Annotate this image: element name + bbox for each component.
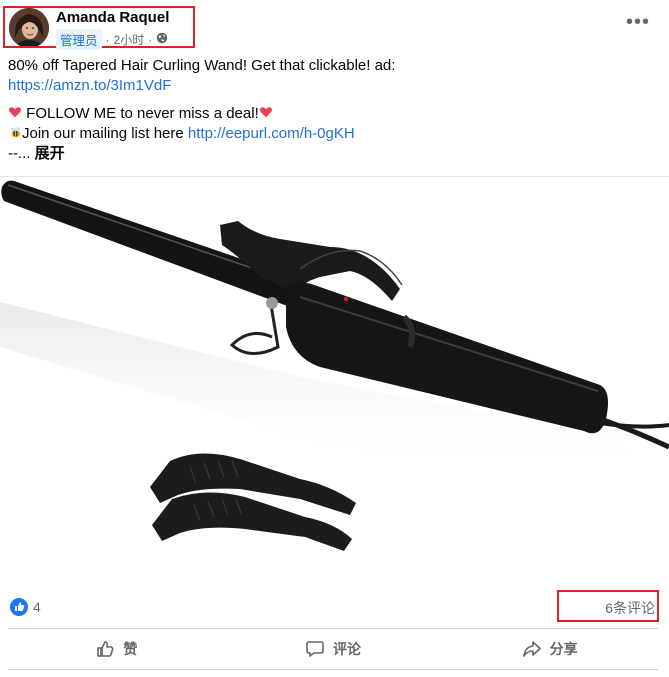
- share-button[interactable]: 分享: [441, 630, 658, 668]
- meta-separator: ·: [105, 32, 110, 47]
- heart-icon: [8, 107, 22, 118]
- like-count[interactable]: 4: [33, 599, 41, 615]
- globe-icon: [156, 32, 168, 47]
- like-label: 赞: [123, 641, 138, 657]
- post-header: Amanda Raquel 管理员 · 2小时 · •••: [0, 0, 669, 56]
- post-meta: 管理员 · 2小时 ·: [56, 29, 168, 50]
- amazon-link[interactable]: https://amzn.to/3Im1VdF: [8, 77, 171, 94]
- post-image[interactable]: [0, 176, 669, 587]
- share-label: 分享: [549, 641, 578, 657]
- thumbs-up-icon: [97, 641, 114, 657]
- mailing-list-link[interactable]: http://eepurl.com/h-0gKH: [188, 125, 355, 142]
- comment-icon: [306, 641, 324, 657]
- comment-label: 评论: [333, 641, 361, 657]
- post-line: FOLLOW ME to never miss a deal!: [8, 104, 658, 124]
- action-bar: 赞 评论 分享: [8, 630, 658, 668]
- divider: [8, 628, 658, 629]
- meta-separator: ·: [148, 32, 153, 47]
- divider: [8, 669, 658, 670]
- bee-icon: [10, 127, 21, 138]
- comment-count[interactable]: 6条评论: [605, 598, 655, 618]
- post-line: --...: [8, 145, 31, 162]
- more-options-button[interactable]: •••: [625, 12, 651, 38]
- post-time[interactable]: 2小时: [114, 31, 145, 48]
- like-button[interactable]: 赞: [8, 630, 225, 668]
- author-name[interactable]: Amanda Raquel: [56, 9, 169, 26]
- share-icon: [522, 641, 541, 657]
- heart-icon: [259, 107, 272, 118]
- comment-button[interactable]: 评论: [225, 630, 442, 668]
- post-line: Join our mailing list here http://eepurl…: [8, 124, 658, 144]
- post-stats: 4 6条评论: [0, 588, 669, 628]
- thumbs-up-icon[interactable]: [10, 598, 28, 616]
- see-more-link[interactable]: 展开: [35, 145, 65, 162]
- post-line: 80% off Tapered Hair Curling Wand! Get t…: [8, 57, 396, 74]
- role-badge: 管理员: [56, 29, 102, 50]
- post-body: 80% off Tapered Hair Curling Wand! Get t…: [8, 56, 658, 164]
